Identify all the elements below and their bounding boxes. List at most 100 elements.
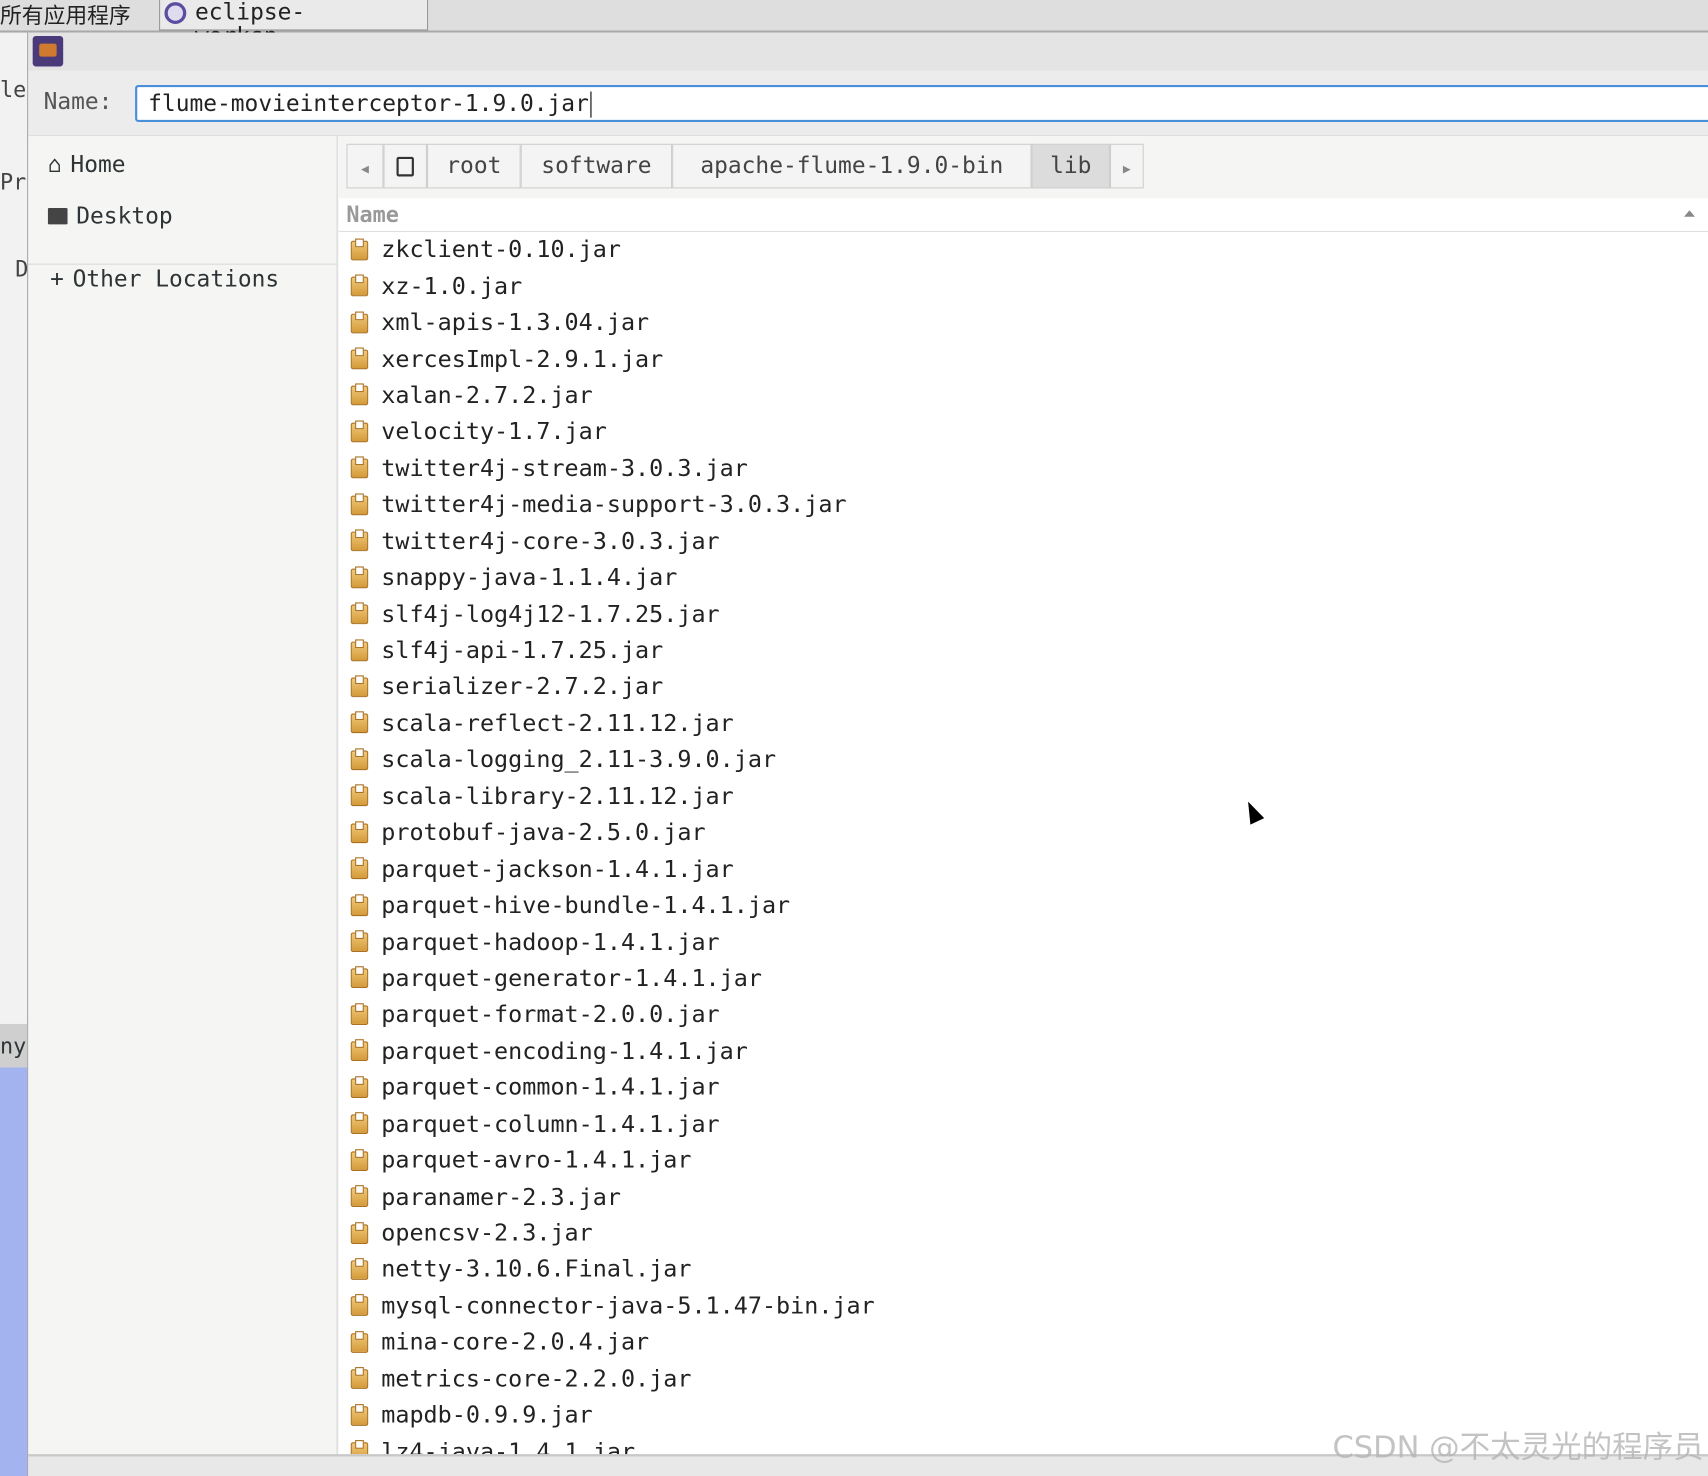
- file-row[interactable]: zkclient-0.10.jar: [339, 232, 1708, 268]
- jar-file-icon: [350, 1039, 369, 1062]
- jar-file-icon: [350, 1075, 369, 1098]
- bg-fragment: ny: [0, 1032, 27, 1059]
- file-row[interactable]: mysql-connector-java-5.1.47-bin.jar: [339, 1288, 1708, 1324]
- jar-file-icon: [350, 383, 369, 406]
- path-segment-root[interactable]: root: [427, 143, 521, 189]
- file-row[interactable]: parquet-common-1.4.1.jar: [339, 1070, 1708, 1106]
- file-row[interactable]: parquet-column-1.4.1.jar: [339, 1106, 1708, 1142]
- jar-file-icon: [350, 784, 369, 807]
- sidebar-item-label: Home: [70, 151, 126, 178]
- jar-file-icon: [350, 857, 369, 880]
- file-row[interactable]: twitter4j-stream-3.0.3.jar: [339, 451, 1708, 487]
- file-name: mapdb-0.9.9.jar: [381, 1402, 593, 1430]
- jar-file-icon: [350, 347, 369, 370]
- sidebar-item-label: Other Locations: [72, 265, 280, 292]
- jar-file-icon: [350, 274, 369, 297]
- path-segment-apache-flume[interactable]: apache-flume-1.9.0-bin: [672, 143, 1032, 189]
- jar-file-icon: [350, 602, 369, 625]
- chevron-left-icon: ◀: [360, 161, 369, 177]
- file-row[interactable]: paranamer-2.3.jar: [339, 1179, 1708, 1215]
- file-name: serializer-2.7.2.jar: [381, 673, 664, 701]
- file-name: parquet-column-1.4.1.jar: [381, 1110, 720, 1139]
- file-row[interactable]: parquet-jackson-1.4.1.jar: [339, 851, 1708, 887]
- file-row[interactable]: xercesImpl-2.9.1.jar: [339, 341, 1708, 377]
- jar-file-icon: [350, 529, 369, 552]
- file-row[interactable]: snappy-java-1.1.4.jar: [339, 560, 1708, 596]
- home-icon: ⌂: [47, 151, 62, 178]
- file-name: metrics-core-2.2.0.jar: [381, 1365, 692, 1393]
- taskbar-eclipse-button[interactable]: eclipse-worksp...: [159, 0, 429, 48]
- jar-file-icon: [350, 311, 369, 333]
- file-row[interactable]: velocity-1.7.jar: [339, 414, 1708, 450]
- jar-file-icon: [350, 893, 369, 916]
- file-row[interactable]: xz-1.0.jar: [339, 268, 1708, 304]
- sidebar-item-desktop[interactable]: Desktop: [47, 203, 173, 229]
- file-name: parquet-hadoop-1.4.1.jar: [381, 928, 720, 956]
- path-back-button[interactable]: ◀: [346, 143, 384, 189]
- file-row[interactable]: metrics-core-2.2.0.jar: [339, 1361, 1708, 1397]
- file-name: lz4-java-1.4.1.jar: [381, 1438, 636, 1455]
- path-segment-software[interactable]: software: [520, 143, 673, 189]
- file-name: twitter4j-media-support-3.0.3.jar: [381, 491, 847, 519]
- file-row[interactable]: mina-core-2.0.4.jar: [339, 1325, 1708, 1361]
- file-row[interactable]: protobuf-java-2.5.0.jar: [339, 815, 1708, 851]
- jar-file-icon: [350, 1294, 369, 1317]
- file-name: xercesImpl-2.9.1.jar: [381, 345, 664, 374]
- watermark: CSDN @不太灵光的程序员: [1332, 1429, 1704, 1466]
- bg-tab: ny: [0, 1023, 28, 1068]
- file-row[interactable]: scala-logging_2.11-3.9.0.jar: [339, 742, 1708, 778]
- file-name: slf4j-api-1.7.25.jar: [381, 637, 664, 665]
- file-row[interactable]: parquet-hive-bundle-1.4.1.jar: [339, 888, 1708, 924]
- file-row[interactable]: slf4j-api-1.7.25.jar: [339, 633, 1708, 669]
- file-row[interactable]: twitter4j-core-3.0.3.jar: [339, 523, 1708, 559]
- file-name: xalan-2.7.2.jar: [381, 382, 593, 410]
- jar-file-icon: [350, 1148, 369, 1171]
- background-eclipse-window: le Pr D ny: [0, 32, 29, 1476]
- file-name: protobuf-java-2.5.0.jar: [381, 819, 706, 847]
- sidebar-item-other-locations[interactable]: + Other Locations: [50, 266, 279, 292]
- name-label: Name:: [43, 88, 113, 115]
- name-row: Name: flume-movieinterceptor-1.9.0.jar: [28, 70, 1708, 137]
- file-row[interactable]: parquet-generator-1.4.1.jar: [339, 960, 1708, 996]
- file-name: parquet-common-1.4.1.jar: [381, 1074, 720, 1102]
- file-name: twitter4j-core-3.0.3.jar: [381, 528, 720, 556]
- folder-icon: [47, 207, 68, 224]
- file-name: slf4j-log4j12-1.7.25.jar: [381, 600, 720, 629]
- file-row[interactable]: parquet-encoding-1.4.1.jar: [339, 1033, 1708, 1069]
- file-name: parquet-jackson-1.4.1.jar: [381, 855, 734, 884]
- bg-panel: [0, 1067, 28, 1476]
- file-row[interactable]: opencsv-2.3.jar: [339, 1215, 1708, 1251]
- file-row[interactable]: xalan-2.7.2.jar: [339, 378, 1708, 414]
- file-row[interactable]: serializer-2.7.2.jar: [339, 669, 1708, 705]
- file-name: twitter4j-stream-3.0.3.jar: [381, 455, 748, 483]
- file-row[interactable]: slf4j-log4j12-1.7.25.jar: [339, 596, 1708, 632]
- file-row[interactable]: twitter4j-media-support-3.0.3.jar: [339, 487, 1708, 523]
- jar-file-icon: [350, 748, 369, 770]
- file-row[interactable]: parquet-format-2.0.0.jar: [339, 997, 1708, 1033]
- file-list: zkclient-0.10.jar xz-1.0.jar xml-apis-1.3.…: [339, 232, 1708, 1455]
- applications-menu[interactable]: 所有应用程序: [0, 0, 131, 29]
- path-root-button[interactable]: [383, 143, 428, 189]
- column-header-label: Name: [346, 201, 399, 228]
- sidebar-divider: [28, 263, 338, 265]
- file-name: parquet-encoding-1.4.1.jar: [381, 1037, 748, 1066]
- file-row[interactable]: xml-apis-1.3.04.jar: [339, 305, 1708, 341]
- file-browser: ◀ root software apache-flume-1.9.0-bin l…: [338, 136, 1708, 1455]
- jar-file-icon: [350, 1367, 369, 1390]
- jar-file-icon: [350, 493, 369, 516]
- path-forward-button[interactable]: ▶: [1109, 143, 1144, 189]
- file-name: xz-1.0.jar: [381, 273, 523, 301]
- filename-input[interactable]: flume-movieinterceptor-1.9.0.jar: [135, 84, 1708, 123]
- jar-file-icon: [350, 711, 369, 734]
- jar-file-icon: [350, 1185, 369, 1208]
- column-header-name[interactable]: Name: [338, 198, 1708, 233]
- path-segment-lib[interactable]: lib: [1031, 143, 1110, 189]
- file-row[interactable]: netty-3.10.6.Final.jar: [339, 1252, 1708, 1288]
- file-row[interactable]: parquet-avro-1.4.1.jar: [339, 1143, 1708, 1179]
- sort-ascending-icon: [1684, 210, 1695, 217]
- chevron-right-icon: ▶: [1122, 161, 1131, 177]
- file-row[interactable]: scala-reflect-2.11.12.jar: [339, 706, 1708, 742]
- file-row[interactable]: parquet-hadoop-1.4.1.jar: [339, 924, 1708, 960]
- file-row[interactable]: scala-library-2.11.12.jar: [339, 778, 1708, 814]
- sidebar-item-home[interactable]: ⌂ Home: [48, 151, 126, 177]
